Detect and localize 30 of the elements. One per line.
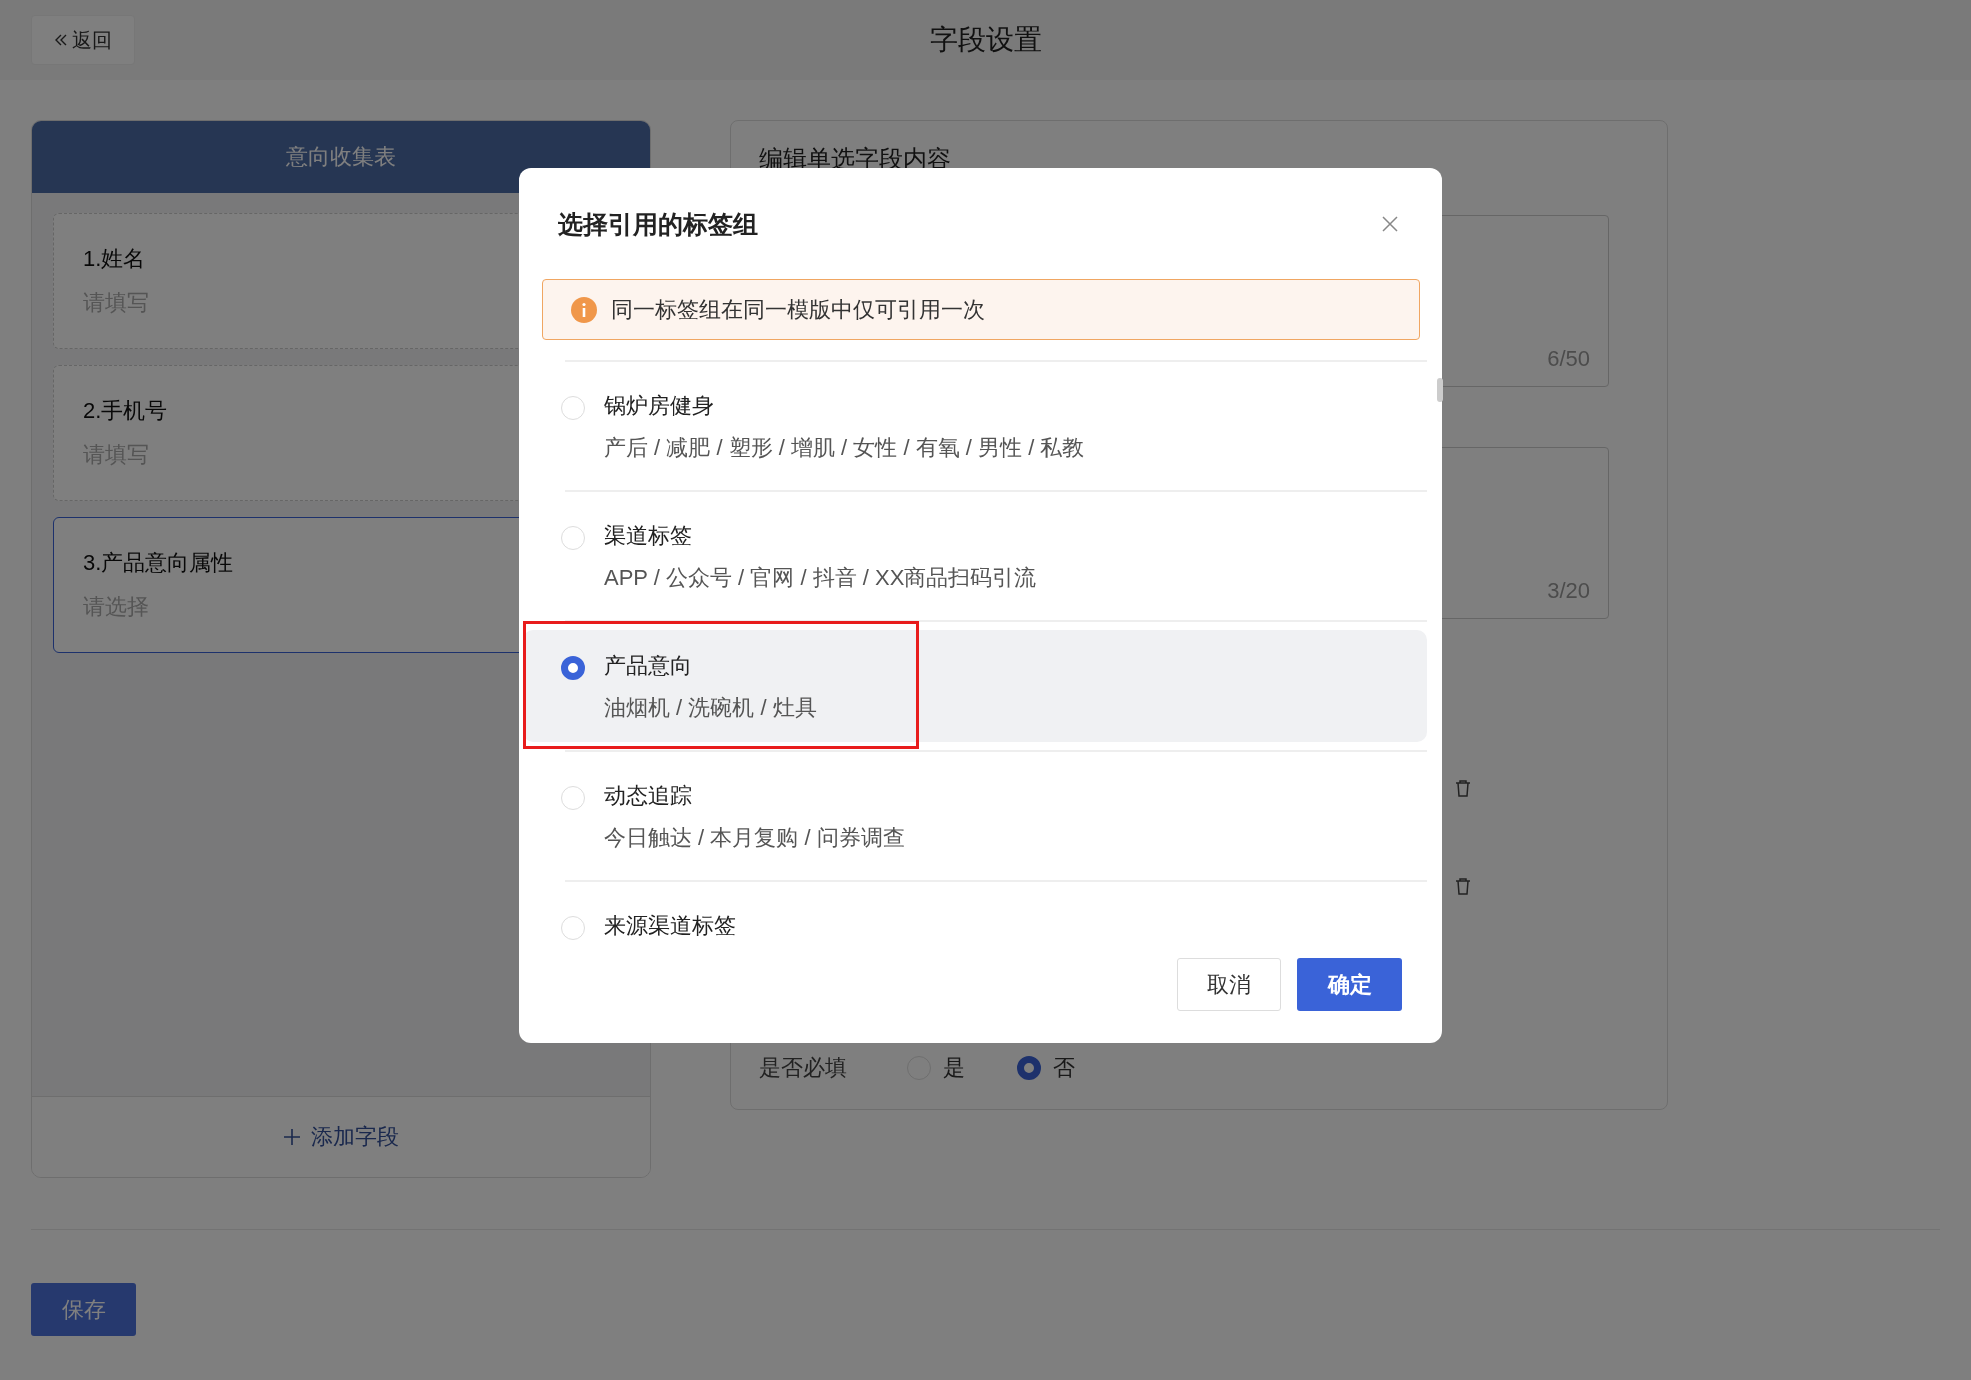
form-title: 意向收集表 (32, 121, 650, 193)
tag-group-option[interactable]: 产品意向 油烟机 / 洗碗机 / 灶具 (523, 630, 1427, 742)
group-tags: 油烟机 / 洗碗机 / 灶具 (604, 692, 817, 724)
radio-label: 否 (1053, 1054, 1075, 1082)
group-name: 产品意向 (604, 652, 693, 680)
tag-group-option[interactable]: 动态追踪 今日触达 / 本月复购 / 问券调查 (523, 760, 1427, 872)
field-label: 3.产品意向属性 (83, 549, 234, 577)
save-button[interactable]: 保存 (31, 1283, 136, 1336)
close-icon[interactable] (1381, 215, 1399, 233)
page-title: 字段设置 (929, 23, 1042, 57)
required-label: 是否必填 (759, 1054, 847, 1082)
radio-button[interactable] (1017, 1056, 1041, 1080)
back-button[interactable]: 返回 (31, 15, 135, 65)
tag-group-option[interactable]: 来源渠道标签 (523, 890, 1427, 941)
field-label: 1.姓名 (83, 245, 146, 273)
trash-icon[interactable] (1455, 877, 1471, 895)
double-chevron-icon (54, 33, 68, 47)
group-name: 来源渠道标签 (604, 912, 736, 940)
radio-button[interactable] (561, 656, 585, 680)
info-icon (571, 296, 597, 323)
confirm-button[interactable]: 确定 (1297, 958, 1402, 1011)
add-field-button[interactable]: 添加字段 (32, 1096, 650, 1177)
scrollbar-thumb[interactable] (1437, 378, 1443, 402)
field-label: 2.手机号 (83, 397, 168, 425)
plus-icon (283, 1128, 301, 1146)
radio-label: 是 (943, 1054, 965, 1082)
group-name: 动态追踪 (604, 782, 693, 810)
trash-icon[interactable] (1455, 779, 1471, 797)
group-tags: 今日触达 / 本月复购 / 问券调查 (604, 822, 905, 854)
cancel-button[interactable]: 取消 (1177, 958, 1281, 1011)
